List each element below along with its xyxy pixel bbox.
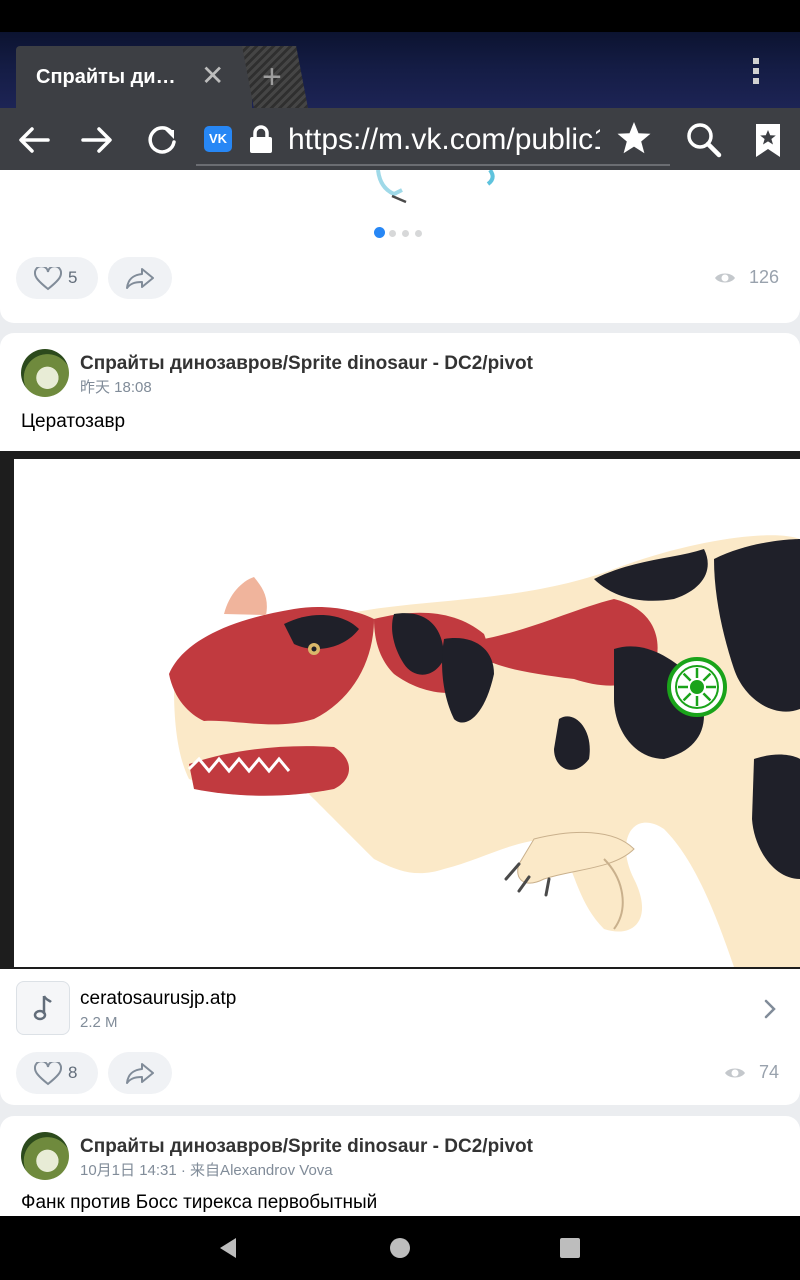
share-icon bbox=[126, 268, 154, 289]
vk-logo-icon: VK bbox=[204, 126, 232, 152]
eye-icon bbox=[715, 273, 735, 283]
heart-icon bbox=[34, 1062, 62, 1086]
post-author[interactable]: Спрайты динозавров/Sprite dinosaur - DC2… bbox=[80, 1136, 533, 1158]
view-count: 126 bbox=[749, 267, 780, 287]
android-navigation-bar bbox=[0, 1216, 800, 1280]
lock-icon bbox=[248, 124, 274, 154]
share-button[interactable] bbox=[108, 1052, 172, 1094]
post-card: Спрайты динозавров/Sprite dinosaur - DC2… bbox=[0, 1116, 800, 1216]
address-bar[interactable]: VK https://m.vk.com/public1 bbox=[196, 116, 670, 166]
feed: 5 126 Спрайты динозавров/Sprite dinosaur… bbox=[0, 170, 800, 1216]
heart-icon bbox=[34, 267, 62, 291]
recents-nav-icon[interactable] bbox=[560, 1238, 580, 1258]
previous-post-image-fragment bbox=[372, 170, 512, 209]
previous-post-card: 5 126 bbox=[0, 170, 800, 323]
like-count: 8 bbox=[68, 1063, 78, 1082]
home-nav-icon[interactable] bbox=[389, 1237, 411, 1259]
post-author[interactable]: Спрайты динозавров/Sprite dinosaur - DC2… bbox=[80, 353, 533, 375]
browser-tab-strip: Спрайты ди… ✕ + bbox=[0, 32, 800, 108]
status-bar bbox=[0, 0, 800, 32]
url-text: https://m.vk.com/public1 bbox=[288, 123, 600, 156]
avatar[interactable] bbox=[21, 349, 69, 397]
post-text: Фанк против Босс тирекса первобытный bbox=[21, 1192, 378, 1213]
browser-tab[interactable]: Спрайты ди… ✕ bbox=[16, 46, 252, 108]
carousel-indicator bbox=[374, 224, 428, 242]
post-text: Цератозавр bbox=[21, 411, 126, 432]
forward-icon[interactable] bbox=[75, 118, 119, 162]
audio-file-icon[interactable] bbox=[16, 981, 70, 1035]
post-card: Спрайты динозавров/Sprite dinosaur - DC2… bbox=[0, 333, 800, 1105]
like-button[interactable]: 8 bbox=[16, 1052, 98, 1094]
attachment-name[interactable]: ceratosaurusjp.atp bbox=[80, 988, 236, 1010]
overflow-menu-icon[interactable] bbox=[746, 54, 766, 94]
like-button[interactable]: 5 bbox=[16, 257, 98, 299]
avatar[interactable] bbox=[21, 1132, 69, 1180]
share-button[interactable] bbox=[108, 257, 172, 299]
back-nav-icon[interactable] bbox=[216, 1236, 240, 1260]
bookmarks-icon[interactable] bbox=[746, 118, 790, 162]
sun-emblem-icon bbox=[666, 656, 728, 723]
chevron-right-icon[interactable] bbox=[762, 997, 778, 1021]
dinosaur-image bbox=[14, 459, 800, 967]
star-icon[interactable] bbox=[616, 120, 652, 161]
back-icon[interactable] bbox=[12, 118, 56, 162]
reload-icon[interactable] bbox=[140, 118, 184, 162]
tab-title: Спрайты ди… bbox=[36, 66, 176, 88]
post-time[interactable]: 昨天 18:08 bbox=[80, 376, 152, 397]
post-photo[interactable] bbox=[0, 451, 800, 969]
share-icon bbox=[126, 1063, 154, 1084]
plus-icon[interactable]: + bbox=[262, 60, 282, 94]
post-time[interactable]: 10月1日 14:31 · 来自Alexandrov Vova bbox=[80, 1159, 333, 1180]
attachment-size: 2.2 M bbox=[80, 1014, 118, 1031]
tab-close-icon[interactable]: ✕ bbox=[201, 62, 224, 90]
browser-toolbar: VK https://m.vk.com/public1 bbox=[0, 108, 800, 170]
search-icon[interactable] bbox=[682, 118, 726, 162]
view-count: 74 bbox=[759, 1062, 780, 1082]
like-count: 5 bbox=[68, 268, 78, 287]
eye-icon bbox=[725, 1068, 745, 1078]
